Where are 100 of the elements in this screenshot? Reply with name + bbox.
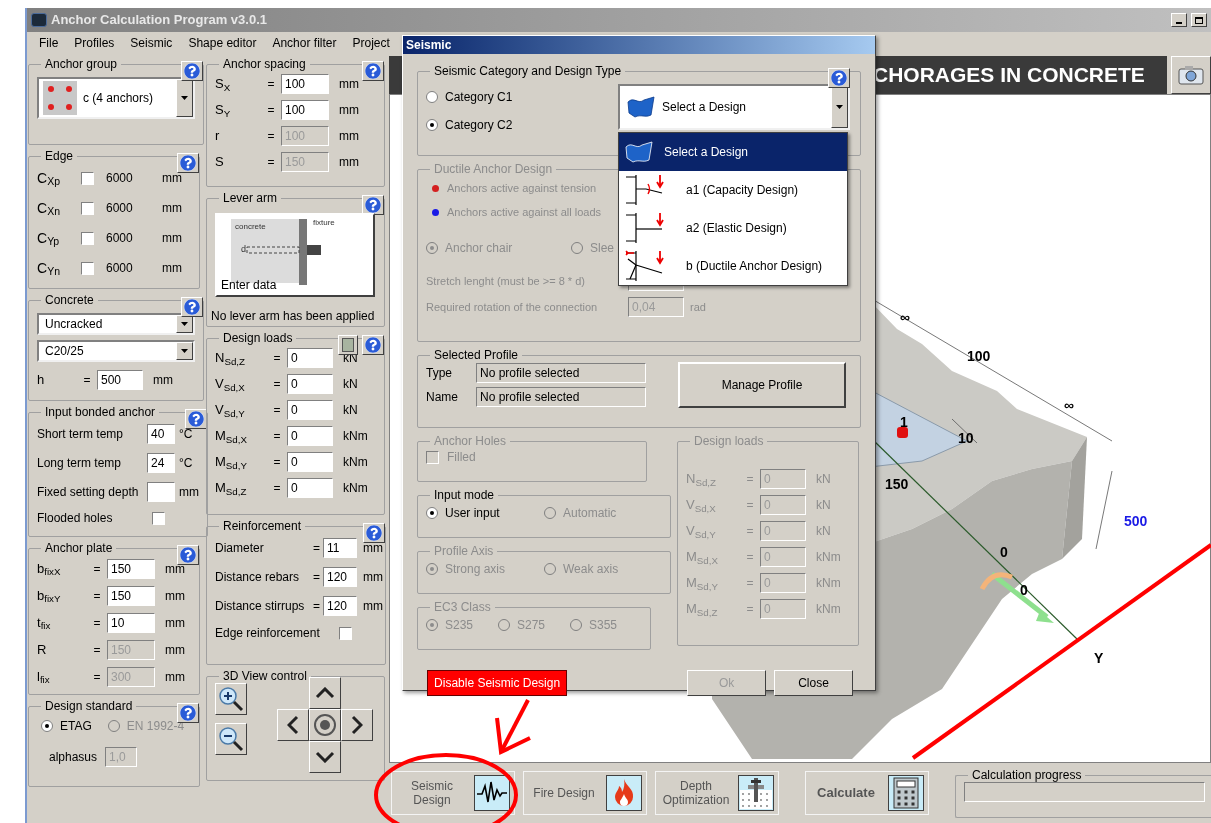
field-label: N$_{Sd,Z}$: [215, 349, 246, 368]
unit-label: mm: [338, 128, 360, 145]
unit-label: kN: [815, 523, 832, 540]
unit-label: mm: [362, 568, 383, 586]
edge-value: 6000: [105, 200, 134, 217]
equals-sign: =: [272, 376, 282, 393]
dimension-label: 0: [1020, 582, 1028, 598]
equals-sign: =: [272, 454, 282, 471]
unit-label: kNm: [342, 480, 369, 497]
diagram-label: fixture: [313, 217, 335, 229]
field-label: M$_{Sd,Z}$: [686, 600, 719, 619]
equals-sign: =: [745, 497, 755, 514]
field-label: M$_{Sd,X}$: [686, 548, 719, 567]
equals-sign: =: [266, 76, 276, 93]
group-title: Ductile Anchor Design: [433, 162, 554, 176]
unit-label: kNm: [342, 428, 369, 445]
group-title: Seismic Category and Design Type: [433, 64, 623, 78]
group-title: EC3 Class: [433, 600, 492, 614]
edge-value: 6000: [105, 260, 134, 277]
group-title: Lever arm: [222, 191, 279, 205]
field-label: M$_{Sd,X}$: [215, 427, 248, 446]
unit-label: mm: [362, 539, 383, 557]
field-label: V$_{Sd,X}$: [686, 496, 717, 515]
unit-label: mm: [164, 560, 186, 578]
dimension-label: ∞: [1064, 397, 1074, 413]
equals-sign: =: [272, 428, 282, 445]
field-label: b$_{fixX}$: [37, 559, 62, 579]
checkbox-label: Edge reinforcement: [215, 625, 321, 642]
field-label: Distance stirrups: [215, 597, 306, 615]
unit-label: kNm: [815, 575, 842, 592]
equals-sign: =: [272, 350, 282, 367]
field-label: C$_{Xp}$: [37, 168, 61, 189]
unit-label: °C: [178, 454, 193, 472]
field-label: alphasus: [49, 749, 98, 766]
unit-label: mm: [164, 587, 186, 605]
field-label: M$_{Sd,Y}$: [215, 453, 248, 472]
unit-label: rad: [689, 299, 706, 315]
checkbox-label: Filled: [447, 449, 476, 466]
equals-sign: =: [745, 471, 755, 488]
equals-sign: =: [92, 587, 102, 605]
field-label: C$_{Yn}$: [37, 258, 61, 279]
field-label: S: [215, 153, 225, 172]
lever-arm-status: No lever arm has been applied: [211, 308, 376, 325]
unit-label: mm: [362, 597, 383, 615]
unit-label: kNm: [815, 549, 842, 566]
equals-sign: =: [313, 568, 321, 586]
diagram-label: concrete: [235, 221, 266, 233]
field-label: Stretch lenght (must be >= 8 * d): [426, 273, 586, 289]
group-title: Edge: [44, 149, 75, 163]
field-label: N$_{Sd,Z}$: [686, 470, 717, 489]
unit-label: mm: [338, 102, 360, 119]
unit-label: mm: [161, 260, 182, 277]
dimension-label: ∞: [900, 309, 910, 325]
group-title: Input mode: [433, 488, 496, 502]
dimension-label: 100: [967, 348, 991, 364]
dialog-title: Seismic: [406, 37, 452, 54]
field-label: r: [215, 127, 221, 146]
unit-label: kNm: [342, 454, 369, 471]
edge-value: 6000: [105, 230, 134, 247]
group-title: Anchor spacing: [222, 57, 307, 71]
equals-sign: =: [82, 372, 92, 389]
equals-sign: =: [272, 402, 282, 419]
field-label: V$_{Sd,Y}$: [686, 522, 717, 541]
unit-label: kN: [815, 497, 832, 514]
field-label: h: [37, 371, 46, 390]
dimension-label: 150: [885, 476, 909, 492]
diagram-label: d: [241, 243, 246, 256]
edge-value: 6000: [105, 170, 134, 187]
field-label: Long term temp: [37, 454, 123, 472]
window-title: Anchor Calculation Program v3.0.1: [51, 11, 268, 30]
banner-title: CHORAGES IN CONCRETE: [873, 62, 1145, 89]
equals-sign: =: [745, 575, 755, 592]
field-label: Type: [426, 365, 453, 382]
unit-label: mm: [161, 170, 182, 187]
unit-label: mm: [164, 614, 186, 632]
field-label: V$_{Sd,Y}$: [215, 401, 246, 420]
checkbox-label: Flooded holes: [37, 510, 114, 527]
unit-label: mm: [152, 372, 174, 389]
field-label: Required rotation of the connection: [426, 299, 599, 315]
group-title: Reinforcement: [222, 519, 303, 533]
unit-label: °C: [178, 425, 193, 443]
field-label: Name: [426, 389, 459, 406]
field-label: t$_{fix}$: [37, 613, 52, 633]
field-label: Diameter: [215, 539, 265, 557]
field-label: S$_{Y}$: [215, 101, 232, 120]
legend-label: Anchors active against all loads: [447, 204, 602, 220]
unit-label: mm: [338, 154, 360, 171]
equals-sign: =: [266, 154, 276, 171]
legend-label: Anchors active against tension: [447, 180, 597, 196]
unit-label: mm: [164, 641, 186, 659]
field-label: C$_{Xn}$: [37, 198, 61, 219]
group-title: Anchor group: [44, 57, 119, 71]
unit-label: kNm: [815, 601, 842, 618]
group-title: Concrete: [44, 293, 95, 307]
unit-label: kN: [815, 471, 832, 488]
field-label: C$_{Yp}$: [37, 228, 61, 249]
unit-label: mm: [178, 483, 199, 501]
field-label: S$_{X}$: [215, 75, 232, 94]
dimension-label: 10: [958, 430, 974, 446]
unit-label: mm: [164, 668, 186, 686]
